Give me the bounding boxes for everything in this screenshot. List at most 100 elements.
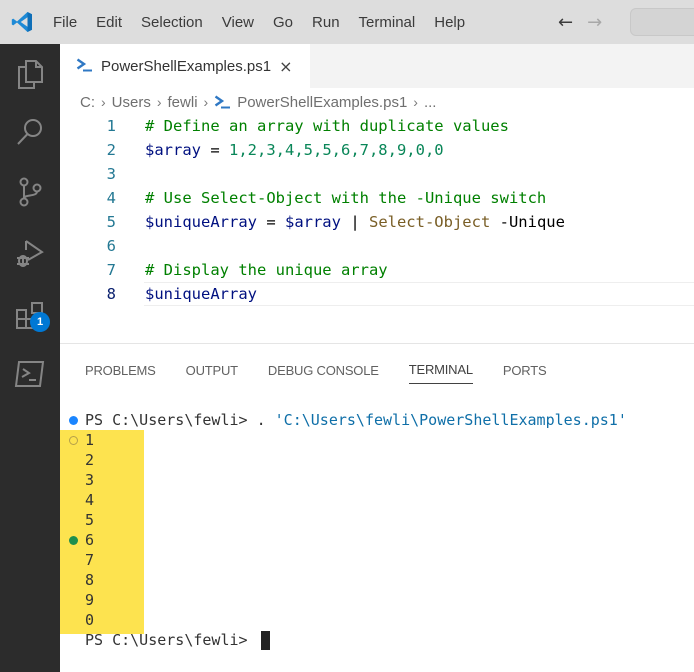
menu-file[interactable]: File <box>44 14 87 31</box>
code-variable: $array <box>145 141 201 159</box>
code-comment: # Display the unique array <box>145 261 388 279</box>
code-comment: # Use Select-Object with the -Unique swi… <box>145 189 547 207</box>
code-line: 3 <box>60 162 694 186</box>
prompt: PS C:\Users\fewli> . <box>85 411 275 429</box>
source-control-icon[interactable] <box>0 168 60 216</box>
code-editor[interactable]: 1 # Define an array with duplicate value… <box>60 114 694 342</box>
code-variable: $uniqueArray <box>145 285 257 303</box>
line-number: 8 <box>106 285 116 303</box>
menu-view[interactable]: View <box>212 14 263 31</box>
code-content: $array = 1,2,3,4,5,5,6,7,8,9,0,0 <box>145 141 444 159</box>
terminal-output-line: 6 <box>60 530 694 550</box>
code-line: 8 $uniqueArray <box>60 282 694 306</box>
breadcrumb-symbols[interactable]: ... <box>424 94 437 111</box>
output-value: 0 <box>85 611 95 629</box>
chevron-right-icon: › <box>156 94 162 110</box>
menu-bar: File Edit Selection View Go Run Terminal… <box>44 0 475 44</box>
activity-bar: 1 <box>0 44 60 672</box>
panel-tabs: PROBLEMS OUTPUT DEBUG CONSOLE TERMINAL P… <box>85 356 576 386</box>
vscode-logo-icon <box>0 0 44 44</box>
terminal-text: PS C:\Users\fewli> . 'C:\Users\fewli\Pow… <box>85 411 627 429</box>
terminal-icon[interactable] <box>0 350 60 398</box>
code-comment: # Define an array with duplicate values <box>145 117 509 135</box>
code-line: 2 $array = 1,2,3,4,5,5,6,7,8,9,0,0 <box>60 138 694 162</box>
menu-selection[interactable]: Selection <box>132 14 213 31</box>
script-path: 'C:\Users\fewli\PowerShellExamples.ps1' <box>274 411 627 429</box>
tab-label: PowerShellExamples.ps1 <box>101 57 272 75</box>
output-value: 2 <box>85 451 95 469</box>
powershell-icon <box>76 57 93 76</box>
code-cmdlet: Select-Object <box>368 213 491 231</box>
code-variable: $uniqueArray <box>145 213 257 231</box>
output-value: 8 <box>85 571 95 589</box>
tab-problems[interactable]: PROBLEMS <box>85 356 156 384</box>
extensions-icon[interactable] <box>0 292 60 340</box>
back-arrow-icon[interactable]: ← <box>558 12 573 33</box>
breadcrumb-users[interactable]: Users <box>112 94 151 111</box>
menu-terminal[interactable]: Terminal <box>349 14 425 31</box>
menu-help[interactable]: Help <box>425 14 475 31</box>
command-center-search[interactable] <box>630 8 694 36</box>
menu-go[interactable]: Go <box>264 14 303 31</box>
terminal-output-line: 2 <box>60 450 694 470</box>
files-icon[interactable] <box>0 50 60 98</box>
code-operator: = <box>256 213 285 231</box>
search-icon[interactable] <box>0 108 60 156</box>
code-operator: = <box>201 141 229 159</box>
breadcrumb: C: › Users › fewli › PowerShellExamples.… <box>80 90 436 114</box>
terminal-output-line: 0 <box>60 610 694 630</box>
extensions-badge: 1 <box>30 312 50 332</box>
line-number: 5 <box>106 213 116 231</box>
terminal-text: PS C:\Users\fewli> <box>85 630 270 650</box>
bottom-panel: PROBLEMS OUTPUT DEBUG CONSOLE TERMINAL P… <box>60 343 694 672</box>
output-value: 5 <box>85 511 95 529</box>
breadcrumb-fewli[interactable]: fewli <box>168 94 198 111</box>
output-value: 6 <box>85 531 95 549</box>
terminal-output-line: 5 <box>60 510 694 530</box>
output-value: 4 <box>85 491 95 509</box>
line-number: 4 <box>106 189 116 207</box>
line-number: 7 <box>106 261 116 279</box>
chevron-right-icon: › <box>413 94 418 110</box>
command-marker-icon[interactable] <box>69 535 78 545</box>
chevron-right-icon: › <box>203 94 209 110</box>
output-value: 3 <box>85 471 95 489</box>
tab-ports[interactable]: PORTS <box>503 356 547 384</box>
tab-terminal[interactable]: TERMINAL <box>408 356 473 384</box>
close-icon[interactable]: × <box>279 57 292 76</box>
code-numbers: 1,2,3,4,5,5,6,7,8,9,0,0 <box>229 141 444 159</box>
terminal-cursor <box>260 630 270 650</box>
breadcrumb-file[interactable]: PowerShellExamples.ps1 <box>237 94 407 111</box>
line-number: 3 <box>106 165 116 183</box>
code-content: $uniqueArray = $array | Select-Object -U… <box>145 213 565 231</box>
navigation-arrows: ← → <box>558 0 602 44</box>
line-number: 2 <box>106 141 116 159</box>
command-success-icon[interactable] <box>69 415 78 425</box>
output-value: 1 <box>85 431 95 449</box>
terminal-output-line: 3 <box>60 470 694 490</box>
tab-debug-console[interactable]: DEBUG CONSOLE <box>268 356 379 384</box>
terminal-output-line: 1 <box>60 430 694 450</box>
powershell-icon <box>214 95 231 109</box>
code-variable: $array <box>284 213 341 231</box>
line-number: 6 <box>106 237 116 255</box>
menu-edit[interactable]: Edit <box>87 14 132 31</box>
forward-arrow-icon[interactable]: → <box>587 12 602 33</box>
code-line: 1 # Define an array with duplicate value… <box>60 114 694 138</box>
code-parameter: -Unique <box>490 213 565 231</box>
terminal-output-line: 4 <box>60 490 694 510</box>
breadcrumb-drive[interactable]: C: <box>80 94 95 111</box>
code-line: 6 <box>60 234 694 258</box>
editor-tab-bar: PowerShellExamples.ps1 × <box>60 44 694 88</box>
code-line: 7 # Display the unique array <box>60 258 694 282</box>
output-value: 7 <box>85 551 95 569</box>
menu-run[interactable]: Run <box>303 14 350 31</box>
code-pipe: | <box>340 213 369 231</box>
tab-powershell-examples[interactable]: PowerShellExamples.ps1 × <box>60 44 310 88</box>
command-marker-icon[interactable] <box>69 435 78 445</box>
line-number: 1 <box>106 117 116 135</box>
code-line: 4 # Use Select-Object with the -Unique s… <box>60 186 694 210</box>
tab-output[interactable]: OUTPUT <box>186 356 238 384</box>
code-line: 5 $uniqueArray = $array | Select-Object … <box>60 210 694 234</box>
run-debug-icon[interactable] <box>0 230 60 278</box>
